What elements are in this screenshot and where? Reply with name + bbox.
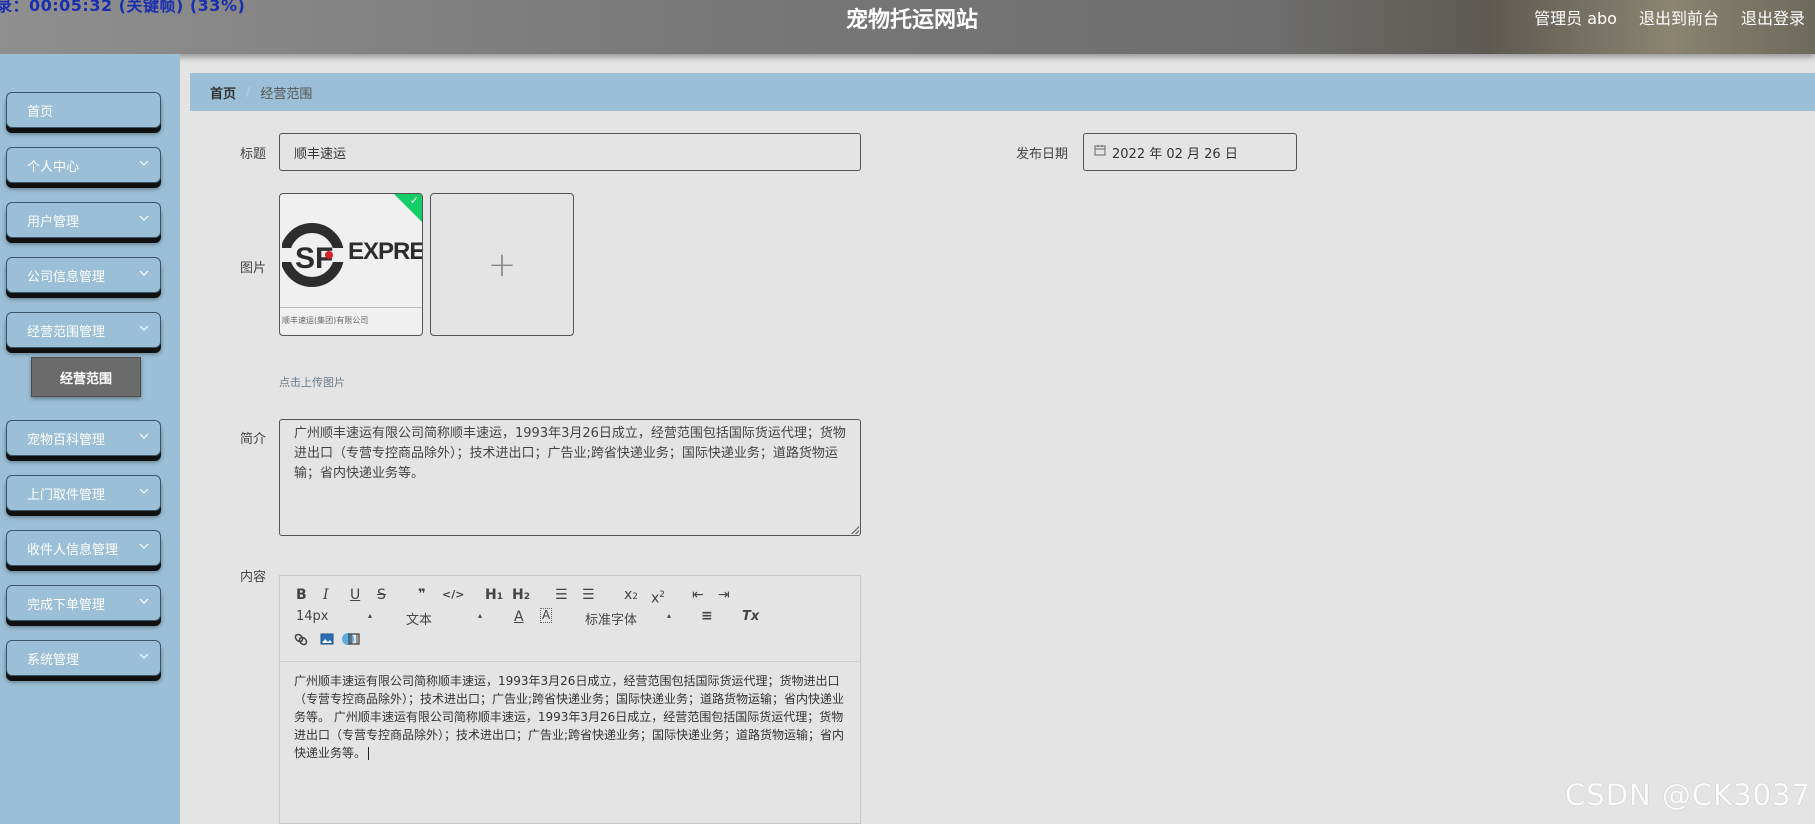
video-icon[interactable] xyxy=(342,632,360,651)
top-header: 录：00:05:32 (关键帧) (33%) 宠物托运网站 管理员 abo 退出… xyxy=(0,0,1815,54)
blockquote-button[interactable]: ❞ xyxy=(418,586,426,604)
sidebar-item-recipient-management[interactable]: 收件人信息管理 xyxy=(6,530,161,566)
sidebar-item-label: 公司信息管理 xyxy=(27,269,106,285)
heading1-button[interactable]: H1 xyxy=(485,586,503,606)
bold-button[interactable]: B xyxy=(296,586,307,604)
chevron-down-icon xyxy=(138,157,150,169)
breadcrumb-current: 经营范围 xyxy=(260,86,313,102)
upload-add-button[interactable]: + xyxy=(430,193,574,336)
sidebar-item-label: 收件人信息管理 xyxy=(27,542,119,558)
publish-date-label: 发布日期 xyxy=(1016,147,1069,162)
intro-textarea[interactable]: 广州顺丰速运有限公司简称顺丰速运，1993年3月26日成立，经营范围包括国际货运… xyxy=(279,419,861,536)
chevron-down-icon xyxy=(138,430,150,442)
sidebar-item-label: 上门取件管理 xyxy=(27,487,106,503)
heading2-button[interactable]: H2 xyxy=(512,586,530,606)
subscript-button[interactable]: x2 xyxy=(624,586,638,606)
exit-to-frontend-link[interactable]: 退出到前台 xyxy=(1639,5,1719,29)
breadcrumb-home[interactable]: 首页 xyxy=(210,83,236,102)
image-icon[interactable] xyxy=(320,632,334,651)
link-icon[interactable] xyxy=(294,632,308,651)
site-title: 宠物托运网站 xyxy=(846,8,979,33)
sidebar: 首页 个人中心 用户管理 公司信息管理 经营范围管理 经营范围 宠物百科管理 上… xyxy=(0,54,180,824)
upload-hint[interactable]: 点击上传图片 xyxy=(279,374,345,390)
sidebar-item-label: 用户管理 xyxy=(27,214,80,230)
sidebar-subitem-business-scope[interactable]: 经营范围 xyxy=(31,357,141,397)
chevron-down-icon xyxy=(138,650,150,662)
chevron-down-icon xyxy=(138,540,150,552)
uploaded-image-thumbnail[interactable]: SF EXPRESS 顺丰速运(集团)有限公司 ✓ xyxy=(279,193,423,336)
select-arrows-icon: ▴ xyxy=(667,611,672,620)
calendar-icon xyxy=(1094,144,1106,160)
chevron-down-icon xyxy=(138,485,150,497)
content-label: 内容 xyxy=(240,570,267,585)
clear-format-button[interactable]: Tx xyxy=(742,608,759,626)
select-arrows-icon: ▴ xyxy=(478,611,483,620)
intro-label: 简介 xyxy=(240,432,267,447)
header-nav: 管理员 abo 退出到前台 退出登录 xyxy=(1534,5,1805,29)
chevron-down-icon xyxy=(138,595,150,607)
superscript-button[interactable]: x2 xyxy=(651,584,665,608)
logo-express-text: EXPRESS xyxy=(348,238,423,265)
sidebar-item-home[interactable]: 首页 xyxy=(6,92,161,128)
sidebar-item-label: 系统管理 xyxy=(27,652,80,668)
sidebar-item-label: 个人中心 xyxy=(27,159,80,175)
select-arrows-icon: ▴ xyxy=(368,611,373,620)
outdent-button[interactable]: ⇤ xyxy=(692,586,704,604)
intro-text: 广州顺丰速运有限公司简称顺丰速运，1993年3月26日成立，经营范围包括国际货运… xyxy=(294,426,846,481)
thumbnail-caption: 顺丰速运(集团)有限公司 xyxy=(282,316,369,325)
check-icon: ✓ xyxy=(409,194,419,207)
sidebar-item-completed-orders[interactable]: 完成下单管理 xyxy=(6,585,161,621)
code-block-button[interactable]: </> xyxy=(442,586,464,604)
sidebar-item-pickup-management[interactable]: 上门取件管理 xyxy=(6,475,161,511)
breadcrumb: 首页 / 经营范围 xyxy=(190,73,1815,111)
publish-date-picker[interactable]: 2022 年 02 月 26 日 xyxy=(1083,133,1297,171)
current-user[interactable]: 管理员 abo xyxy=(1534,5,1617,29)
breadcrumb-separator: / xyxy=(246,84,251,100)
sidebar-item-system-management[interactable]: 系统管理 xyxy=(6,640,161,676)
title-label: 标题 xyxy=(240,147,267,162)
text-caret xyxy=(368,747,370,760)
editor-content-text: 广州顺丰速运有限公司简称顺丰速运，1993年3月26日成立，经营范围包括国际货运… xyxy=(294,674,845,760)
sf-logo-icon: SF xyxy=(282,223,348,287)
watermark: CSDN @CK3037 xyxy=(1565,778,1811,812)
ordered-list-button[interactable]: ☰ xyxy=(555,586,568,604)
underline-button[interactable]: U xyxy=(350,586,360,604)
strikethrough-button[interactable]: S xyxy=(377,586,386,604)
font-size-select[interactable]: 14px ▴ xyxy=(296,609,376,624)
sidebar-item-label: 完成下单管理 xyxy=(27,597,106,613)
editor-toolbar: B I U S ❞ </> H1 H2 ☰ ☰ x2 x2 ⇤ ⇥ 14px ▴… xyxy=(280,576,860,662)
sidebar-item-label: 经营范围管理 xyxy=(27,324,106,340)
indent-button[interactable]: ⇥ xyxy=(718,586,730,604)
recording-timer: 录：00:05:32 (关键帧) (33%) xyxy=(0,0,246,15)
font-family-select[interactable]: 标准字体 ▴ xyxy=(585,609,675,628)
sidebar-item-label: 首页 xyxy=(27,104,54,120)
header-format-select[interactable]: 文本 ▴ xyxy=(406,609,486,628)
align-button[interactable]: ≡ xyxy=(701,607,713,625)
italic-button[interactable]: I xyxy=(323,586,329,604)
chevron-down-icon xyxy=(138,212,150,224)
chevron-down-icon xyxy=(138,267,150,279)
sidebar-item-personal-center[interactable]: 个人中心 xyxy=(6,147,161,183)
sidebar-item-user-management[interactable]: 用户管理 xyxy=(6,202,161,238)
thumbnail-divider xyxy=(280,307,422,308)
editor-content-area[interactable]: 广州顺丰速运有限公司简称顺丰速运，1993年3月26日成立，经营范围包括国际货运… xyxy=(280,662,860,762)
logout-link[interactable]: 退出登录 xyxy=(1741,5,1805,29)
background-color-button[interactable]: A xyxy=(540,608,553,623)
rich-text-editor: B I U S ❞ </> H1 H2 ☰ ☰ x2 x2 ⇤ ⇥ 14px ▴… xyxy=(279,575,861,824)
image-label: 图片 xyxy=(240,261,267,276)
sidebar-item-company-info[interactable]: 公司信息管理 xyxy=(6,257,161,293)
text-color-button[interactable]: A xyxy=(514,608,524,626)
bullet-list-button[interactable]: ☰ xyxy=(582,586,595,604)
resize-handle-icon[interactable] xyxy=(851,526,859,534)
sidebar-item-label: 宠物百科管理 xyxy=(27,432,106,448)
chevron-down-icon xyxy=(138,322,150,334)
publish-date-value: 2022 年 02 月 26 日 xyxy=(1112,146,1238,162)
sidebar-item-pet-encyclopedia[interactable]: 宠物百科管理 xyxy=(6,420,161,456)
title-input[interactable]: 顺丰速运 xyxy=(279,133,861,171)
sidebar-item-business-scope-management[interactable]: 经营范围管理 xyxy=(6,312,161,348)
